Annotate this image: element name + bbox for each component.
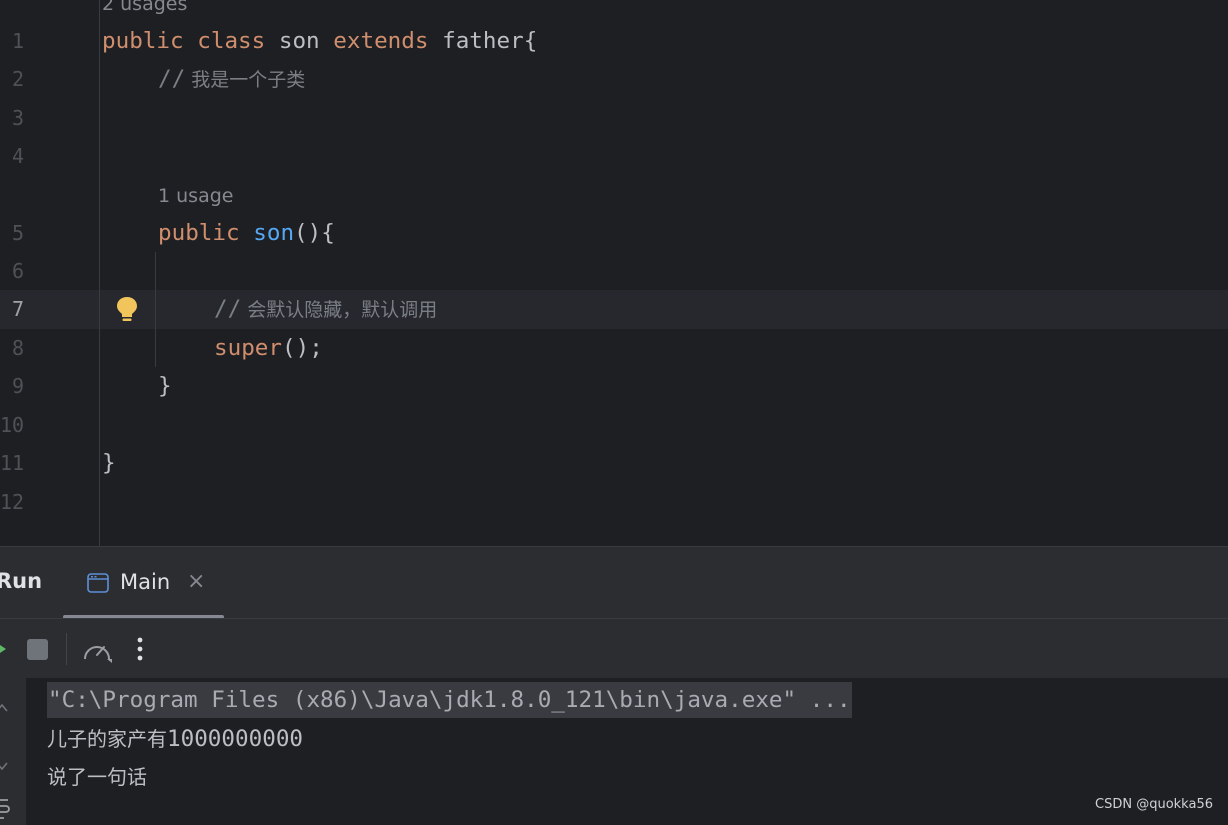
keyword-public: public bbox=[158, 220, 240, 246]
console-output-line-1[interactable]: 儿子的家产有1000000000 bbox=[47, 721, 303, 757]
tab-main-label: Main bbox=[120, 570, 171, 594]
output-number: 1000000000 bbox=[167, 726, 304, 752]
line-number[interactable]: 2 bbox=[0, 60, 24, 99]
tab-main[interactable]: Main × bbox=[63, 547, 224, 619]
line-number[interactable]: 11 bbox=[0, 444, 24, 483]
comment-text: 我是一个子类 bbox=[185, 69, 306, 91]
line-number[interactable]: 5 bbox=[0, 214, 24, 253]
keyword-super: super bbox=[214, 335, 283, 361]
console-command-line[interactable]: "C:\Program Files (x86)\Java\jdk1.8.0_12… bbox=[47, 682, 852, 718]
console-side-toolbar bbox=[0, 678, 26, 825]
code-line-8[interactable]: super(); bbox=[214, 329, 323, 368]
constructor-parens: (){ bbox=[294, 220, 335, 246]
comment-text: 会默认隐藏，默认调用 bbox=[241, 299, 438, 321]
line-number-current[interactable]: 7 bbox=[0, 290, 24, 329]
console-output[interactable]: "C:\Program Files (x86)\Java\jdk1.8.0_12… bbox=[0, 678, 1228, 825]
lightbulb-icon[interactable] bbox=[115, 296, 139, 324]
superclass-name: father{ bbox=[428, 28, 538, 54]
constructor-usages-hint[interactable]: 1 usage bbox=[158, 184, 233, 208]
class-name: son bbox=[265, 28, 334, 54]
gutter-separator bbox=[99, 0, 100, 546]
class-usages-hint[interactable]: 2 usages bbox=[102, 0, 187, 16]
line-number[interactable]: 6 bbox=[0, 252, 24, 291]
line-number[interactable]: 1 bbox=[0, 22, 24, 61]
scroll-down-icon[interactable] bbox=[0, 758, 10, 774]
output-text: 儿子的家产有 bbox=[47, 727, 167, 751]
code-line-5[interactable]: public son(){ bbox=[158, 214, 335, 253]
run-tool-window-header: Run Main × bbox=[0, 546, 1228, 619]
code-line-2[interactable]: // 我是一个子类 bbox=[158, 60, 305, 99]
line-number[interactable]: 3 bbox=[0, 99, 24, 138]
line-number[interactable]: 10 bbox=[0, 406, 24, 445]
rerun-icon[interactable] bbox=[0, 639, 8, 659]
keyword-public: public bbox=[102, 28, 184, 54]
code-line-9[interactable]: } bbox=[158, 367, 172, 406]
run-toolbar bbox=[0, 618, 1228, 678]
comment-slashes: // bbox=[214, 296, 242, 322]
line-number[interactable]: 8 bbox=[0, 329, 24, 368]
line-number[interactable]: 9 bbox=[0, 367, 24, 406]
watermark: CSDN @quokka56 bbox=[1095, 797, 1213, 812]
window-icon bbox=[87, 573, 109, 593]
constructor-name: son bbox=[253, 220, 295, 246]
current-line-highlight bbox=[0, 290, 1228, 329]
soft-wrap-icon[interactable] bbox=[0, 796, 12, 820]
toolbar-separator bbox=[66, 633, 67, 665]
run-panel-title: Run bbox=[0, 569, 43, 593]
code-line-7[interactable]: // 会默认隐藏，默认调用 bbox=[214, 290, 437, 329]
more-options-icon[interactable] bbox=[132, 635, 148, 663]
comment-slashes: // bbox=[158, 66, 186, 92]
scroll-up-icon[interactable] bbox=[0, 700, 10, 716]
super-call-parens: (); bbox=[282, 335, 323, 361]
line-number[interactable]: 12 bbox=[0, 483, 24, 522]
keyword-extends: extends bbox=[333, 28, 429, 54]
keyword-class: class bbox=[197, 28, 266, 54]
code-line-11[interactable]: } bbox=[102, 444, 116, 483]
code-line-1[interactable]: public class son extends father{ bbox=[102, 22, 537, 61]
code-editor[interactable]: 1 2 3 4 5 6 7 8 9 10 11 12 2 usages 1 us… bbox=[0, 0, 1228, 546]
line-number[interactable]: 4 bbox=[0, 137, 24, 176]
stop-icon[interactable] bbox=[27, 639, 48, 660]
console-output-line-2[interactable]: 说了一句话 bbox=[47, 759, 147, 795]
profiler-gauge-icon[interactable] bbox=[81, 637, 113, 663]
close-icon[interactable]: × bbox=[187, 570, 205, 594]
indent-guide bbox=[155, 252, 156, 367]
output-text: 说了一句话 bbox=[47, 765, 147, 789]
